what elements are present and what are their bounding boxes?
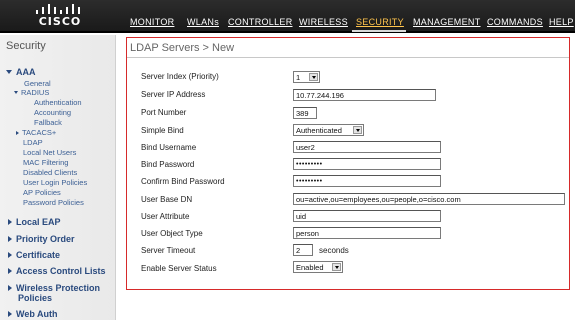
confirm-bind-password-label: Confirm Bind Password xyxy=(141,177,225,186)
cisco-logo-bars-icon xyxy=(36,4,82,14)
nav-commands[interactable]: COMMANDS xyxy=(487,17,543,27)
dropdown-arrow-icon xyxy=(353,126,362,134)
collapsed-arrow-icon xyxy=(8,285,12,291)
sidebar-item-label: Local EAP xyxy=(16,217,61,227)
port-number-label: Port Number xyxy=(141,108,187,117)
server-ip-label: Server IP Address xyxy=(141,90,206,99)
sidebar-item-radius[interactable]: RADIUS xyxy=(14,88,49,97)
nav-monitor[interactable]: MONITOR xyxy=(130,17,174,27)
sidebar-item-tacacs[interactable]: TACACS+ xyxy=(16,128,56,137)
user-attribute-input[interactable]: uid xyxy=(293,210,441,222)
sidebar-item-authentication[interactable]: Authentication xyxy=(34,98,82,107)
sidebar-item-label: Priority Order xyxy=(16,234,75,244)
collapsed-arrow-icon xyxy=(8,268,12,274)
enable-server-status-value: Enabled xyxy=(296,263,324,272)
nav-wireless[interactable]: WIRELESS xyxy=(299,17,348,27)
collapsed-arrow-icon xyxy=(8,252,12,258)
page-title: LDAP Servers > New xyxy=(130,42,235,54)
sidebar-item-ldap[interactable]: LDAP xyxy=(23,138,43,147)
sidebar-item-fallback[interactable]: Fallback xyxy=(34,118,62,127)
sidebar-item-label: TACACS+ xyxy=(22,128,57,137)
sidebar-item-local-eap[interactable]: Local EAP xyxy=(8,217,61,227)
simple-bind-label: Simple Bind xyxy=(141,126,184,135)
bind-username-label: Bind Username xyxy=(141,143,197,152)
bind-username-input[interactable]: user2 xyxy=(293,141,441,153)
enable-server-status-label: Enable Server Status xyxy=(141,264,217,273)
server-index-label: Server Index (Priority) xyxy=(141,72,219,81)
sidebar-item-aaa[interactable]: AAA xyxy=(6,67,36,77)
sidebar-item-mac-filtering[interactable]: MAC Filtering xyxy=(23,158,68,167)
simple-bind-value: Authenticated xyxy=(296,126,342,135)
sidebar-item-access-control-lists[interactable]: Access Control Lists xyxy=(8,266,106,276)
sidebar-item-user-login-policies[interactable]: User Login Policies xyxy=(23,178,87,187)
sidebar-item-disabled-clients[interactable]: Disabled Clients xyxy=(23,168,77,177)
user-attribute-label: User Attribute xyxy=(141,212,190,221)
sidebar-item-certificate[interactable]: Certificate xyxy=(8,250,60,260)
main-nav: MONITOR WLANs CONTROLLER WIRELESS SECURI… xyxy=(0,17,575,32)
sidebar-item-password-policies[interactable]: Password Policies xyxy=(23,198,84,207)
collapsed-arrow-icon xyxy=(16,131,19,135)
sidebar-item-wireless-protection-policies[interactable]: Wireless Protection xyxy=(8,283,100,293)
sidebar-item-accounting[interactable]: Accounting xyxy=(34,108,71,117)
nav-help[interactable]: HELP xyxy=(549,17,574,27)
port-number-input[interactable]: 389 xyxy=(293,107,317,119)
expanded-arrow-icon xyxy=(6,70,12,74)
dropdown-arrow-icon xyxy=(309,73,318,81)
collapsed-arrow-icon xyxy=(8,236,12,242)
user-base-dn-label: User Base DN xyxy=(141,195,193,204)
confirm-bind-password-input[interactable]: ••••••••• xyxy=(293,175,441,187)
server-timeout-unit: seconds xyxy=(319,246,349,255)
bind-password-label: Bind Password xyxy=(141,160,195,169)
sidebar-item-label: Web Auth xyxy=(16,309,58,319)
bind-password-input[interactable]: ••••••••• xyxy=(293,158,441,170)
sidebar-item-label: AAA xyxy=(16,67,36,77)
sidebar: Security AAA General RADIUS Authenticati… xyxy=(0,35,116,320)
sidebar-item-general[interactable]: General xyxy=(24,79,51,88)
expanded-arrow-icon xyxy=(14,91,18,94)
sidebar-item-priority-order[interactable]: Priority Order xyxy=(8,234,75,244)
nav-management[interactable]: MANAGEMENT xyxy=(413,17,481,27)
sidebar-item-web-auth[interactable]: Web Auth xyxy=(8,309,58,319)
user-object-type-input[interactable]: person xyxy=(293,227,441,239)
enable-server-status-select[interactable]: Enabled xyxy=(293,261,343,273)
server-index-value: 1 xyxy=(296,73,301,82)
collapsed-arrow-icon xyxy=(8,219,12,225)
sidebar-item-label: Wireless Protection xyxy=(16,283,100,293)
sidebar-item-label: Access Control Lists xyxy=(16,266,106,276)
sidebar-item-wireless-protection-label-line2[interactable]: Policies xyxy=(18,293,52,303)
sidebar-item-label: Certificate xyxy=(16,250,61,260)
sidebar-item-local-net-users[interactable]: Local Net Users xyxy=(23,148,76,157)
content-panel: LDAP Servers > New Server Index (Priorit… xyxy=(126,37,570,290)
collapsed-arrow-icon xyxy=(8,311,12,317)
nav-wlans[interactable]: WLANs xyxy=(187,17,219,27)
user-base-dn-input[interactable]: ou=active,ou=employees,ou=people,o=cisco… xyxy=(293,193,565,205)
nav-security[interactable]: SECURITY xyxy=(356,17,404,27)
title-divider xyxy=(127,57,569,58)
sidebar-item-ap-policies[interactable]: AP Policies xyxy=(23,188,61,197)
server-timeout-label: Server Timeout xyxy=(141,246,196,255)
server-timeout-input[interactable]: 2 xyxy=(293,244,313,256)
nav-active-indicator xyxy=(352,30,406,32)
server-index-select[interactable]: 1 xyxy=(293,71,320,83)
nav-controller[interactable]: CONTROLLER xyxy=(228,17,293,27)
server-ip-input[interactable]: 10.77.244.196 xyxy=(293,89,436,101)
dropdown-arrow-icon xyxy=(332,263,341,271)
top-navigation-bar: CISCO MONITOR WLANs CONTROLLER WIRELESS … xyxy=(0,0,575,33)
simple-bind-select[interactable]: Authenticated xyxy=(293,124,364,136)
sidebar-item-label: RADIUS xyxy=(21,88,50,97)
sidebar-title: Security xyxy=(6,40,46,52)
user-object-type-label: User Object Type xyxy=(141,229,203,238)
